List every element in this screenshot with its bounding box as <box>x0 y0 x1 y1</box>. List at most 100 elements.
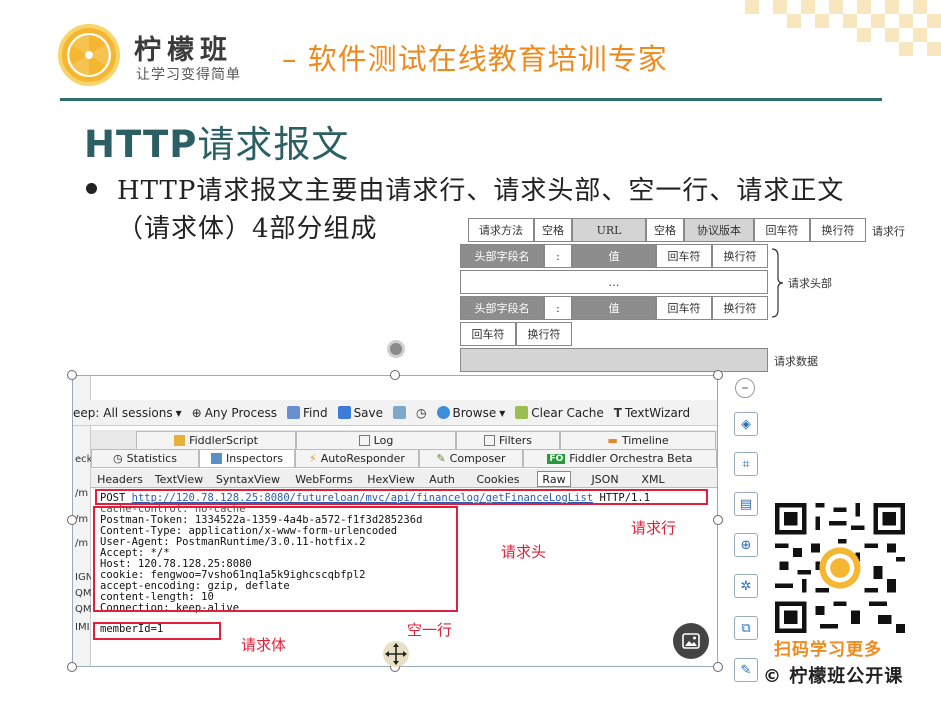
diagram-cell-value: 值 <box>572 296 656 320</box>
clear-icon <box>515 406 529 419</box>
diagram-cell-lf: 换行符 <box>712 244 768 268</box>
subtab-auth[interactable]: Auth <box>423 471 461 487</box>
request-body-highlight-box <box>93 622 221 640</box>
fo-badge-icon: FO <box>547 453 566 464</box>
timer-button[interactable]: ◷ <box>416 406 426 420</box>
process-filter-button[interactable]: ⊕ Any Process <box>192 406 277 420</box>
tab-log[interactable]: Log <box>296 431 456 449</box>
resize-handle-bottom-right[interactable] <box>713 662 723 672</box>
resize-handle-bottom-left[interactable] <box>67 662 77 672</box>
annotation-blank-line: 空一行 <box>407 621 453 639</box>
decorative-checker-pattern <box>745 0 941 56</box>
browse-button[interactable]: Browse ▾ <box>436 406 505 420</box>
brand-name: 柠檬班 <box>134 35 233 66</box>
tab-fiddlerscript[interactable]: FiddlerScript <box>136 431 296 449</box>
diagram-label-body: 请求数据 <box>774 355 818 368</box>
rotate-handle[interactable] <box>387 340 405 358</box>
floppy-icon <box>337 406 351 419</box>
tab-fiddler-orchestra[interactable]: FO Fiddler Orchestra Beta <box>523 449 717 467</box>
pencil-icon: ✎ <box>436 452 446 465</box>
diagram-cell-method: 请求方法 <box>468 218 534 242</box>
tab-statistics[interactable]: ◷ Statistics <box>91 449 199 467</box>
resize-handle-top-right[interactable] <box>713 370 723 380</box>
layout-icon: ▤ <box>739 496 753 512</box>
tab-timeline[interactable]: ▬ Timeline <box>560 431 716 449</box>
tab-composer[interactable]: ✎ Composer <box>419 449 523 467</box>
diagram-cell-body <box>460 348 768 372</box>
annotation-request-body: 请求体 <box>241 636 287 654</box>
text-icon: T <box>613 405 622 420</box>
sparkle-icon: ✲ <box>740 578 752 594</box>
lemon-logo-icon <box>58 24 120 86</box>
picture-icon <box>682 633 700 649</box>
diagram-cell-space: 空格 <box>646 218 684 242</box>
fiddler-toolbar: eep: All sessions ▾ ⊕ Any Process Find Sav… <box>73 400 717 426</box>
tab-inspectors[interactable]: Inspectors <box>199 449 295 467</box>
slide-title: HTTP请求报文 <box>84 114 349 168</box>
save-button[interactable]: Save <box>337 406 383 420</box>
crop-icon: ⌗ <box>742 456 750 472</box>
layers-button[interactable]: ◈ <box>734 412 758 436</box>
diagram-cell-colon: : <box>544 244 572 268</box>
diagram-cell-header-name: 头部字段名 <box>460 296 544 320</box>
slide-title-cn: 请求报文 <box>197 123 350 166</box>
strip-text: IMI <box>75 622 90 633</box>
subtab-syntaxview[interactable]: SyntaxView <box>211 471 285 487</box>
tab-autoresponder[interactable]: ⚡ AutoResponder <box>295 449 419 467</box>
qr-caption: 扫码学习更多 <box>774 640 882 660</box>
find-button[interactable]: Find <box>286 406 328 420</box>
image-action-button[interactable] <box>673 623 709 659</box>
replace-image-button[interactable]: ⧉ <box>734 616 758 640</box>
zoom-icon: ⊕ <box>740 537 752 553</box>
fiddler-screenshot: eck /m /m /m IGN QM QM IMI eep: All sess… <box>72 375 718 667</box>
diagram-cell-cr: 回车符 <box>656 296 712 320</box>
strip-text: QM <box>75 604 92 615</box>
subtab-xml[interactable]: XML <box>635 471 671 487</box>
subtab-json[interactable]: JSON <box>585 471 625 487</box>
checkbox-icon <box>484 435 495 446</box>
resize-handle-right[interactable] <box>713 515 723 525</box>
sessions-dropdown[interactable]: eep: All sessions ▾ <box>73 406 182 420</box>
inspector-tab-strip: FiddlerScript Log Filters ▬ Timeline ◷ Sta… <box>91 430 717 468</box>
inspector-subtab-strip: Headers TextView SyntaxView WebForms Hex… <box>91 469 717 488</box>
qr-code-image <box>775 503 905 633</box>
effects-button[interactable]: ✲ <box>734 574 758 598</box>
clear-cache-button[interactable]: Clear Cache <box>515 406 604 420</box>
screenshot-button[interactable] <box>393 406 407 419</box>
footer-brand: © 柠檬班公开课 <box>763 666 904 687</box>
request-header-highlight-box <box>93 506 458 612</box>
tab-filters[interactable]: Filters <box>456 431 560 449</box>
log-icon <box>358 435 370 446</box>
collapse-button[interactable]: – <box>735 378 755 398</box>
strip-text: /m <box>75 488 89 499</box>
script-icon <box>174 435 186 446</box>
subtab-cookies[interactable]: Cookies <box>467 471 529 487</box>
subtab-hexview[interactable]: HexView <box>361 471 421 487</box>
text-wizard-button[interactable]: T TextWizard <box>614 406 690 420</box>
diagram-brace <box>771 248 784 318</box>
subtab-headers[interactable]: Headers <box>93 471 147 487</box>
edit-button[interactable]: ✎ <box>734 658 758 682</box>
edit-icon: ✎ <box>740 662 752 678</box>
diagram-cell-url: URL <box>572 218 646 242</box>
diagram-cell-cr: 回车符 <box>754 218 810 242</box>
zoom-button[interactable]: ⊕ <box>734 533 758 557</box>
diagram-cell-cr: 回车符 <box>460 322 516 346</box>
resize-handle-top-left[interactable] <box>67 370 77 380</box>
subtab-raw[interactable]: Raw <box>537 471 571 487</box>
diagram-cell-ellipsis: … <box>460 270 768 294</box>
subtab-webforms[interactable]: WebForms <box>289 471 359 487</box>
header-tagline: – 软件测试在线教育培训专家 <box>282 42 668 76</box>
resize-handle-top[interactable] <box>390 370 400 380</box>
move-cursor-icon <box>383 641 409 667</box>
diagram-cell-lf: 换行符 <box>712 296 768 320</box>
strip-text: eck <box>75 454 93 465</box>
replace-icon: ⧉ <box>741 620 751 636</box>
crop-button[interactable]: ⌗ <box>734 452 758 476</box>
subtab-textview[interactable]: TextView <box>149 471 209 487</box>
lightning-icon: ⚡ <box>309 452 317 465</box>
resize-handle-left[interactable] <box>67 515 77 525</box>
clock-icon: ◷ <box>416 405 427 420</box>
camera-icon <box>393 406 407 419</box>
layout-button[interactable]: ▤ <box>734 492 758 516</box>
